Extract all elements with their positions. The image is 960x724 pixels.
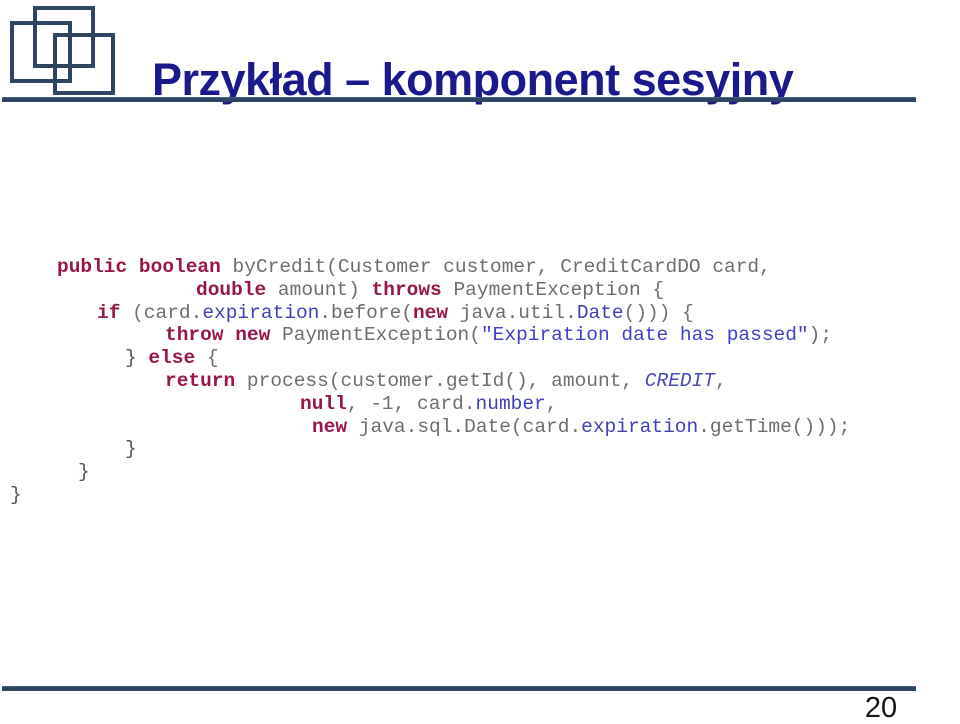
code-token-kw: new xyxy=(312,415,348,438)
code-token-plain: PaymentException { xyxy=(441,278,665,301)
code-token-brace: } xyxy=(125,438,137,461)
slide: Przykład – komponent sesyjny public bool… xyxy=(0,0,960,724)
page-title: Przykład – komponent sesyjny xyxy=(152,53,794,105)
code-line: } xyxy=(0,438,960,461)
code-token-kw: null xyxy=(300,392,347,415)
code-token-plain: java.sql.Date(card. xyxy=(347,415,582,438)
code-line: public boolean byCredit(Customer custome… xyxy=(0,256,960,279)
code-token-brace: } xyxy=(125,347,149,370)
code-token-plain: ())) { xyxy=(623,301,694,324)
code-token-plain: , -1, card. xyxy=(346,392,476,415)
code-line: } else { xyxy=(0,347,960,370)
code-token-plain: { xyxy=(195,347,219,370)
code-token-kw: new xyxy=(235,324,271,347)
code-token-plain: .getTime())); xyxy=(698,415,851,438)
code-line: new java.sql.Date(card.expiration.getTim… xyxy=(0,416,960,439)
code-token-fld: expiration xyxy=(202,301,320,324)
code-line: return process(customer.getId(), amount,… xyxy=(0,370,960,393)
code-line: } xyxy=(0,484,960,507)
code-token-str: "Expiration date has passed" xyxy=(480,324,809,347)
footer-divider xyxy=(2,686,916,691)
code-line: if (card.expiration.before(new java.util… xyxy=(0,302,960,325)
code-token-kw: if xyxy=(97,301,121,324)
code-token-brace: } xyxy=(78,461,90,484)
code-token-plain: , xyxy=(545,392,558,415)
code-token-cnst: CREDIT xyxy=(644,369,716,392)
code-token-kw: throws xyxy=(371,278,442,301)
code-token-kw: public xyxy=(57,256,128,278)
code-token-fld: number xyxy=(475,392,546,415)
code-token-plain: , xyxy=(715,369,727,392)
slide-header: Przykład – komponent sesyjny xyxy=(0,0,960,104)
code-line: } xyxy=(0,461,960,484)
code-token-plain: process(customer.getId(), amount, xyxy=(235,369,645,392)
code-token-kw: else xyxy=(148,347,196,370)
code-token-kw: return xyxy=(165,369,236,392)
code-token-fld: Date xyxy=(576,301,624,324)
code-token-kw: throw xyxy=(165,324,224,347)
code-token-kw: boolean xyxy=(138,256,221,278)
code-token-plain: amount) xyxy=(266,278,372,301)
code-token-kw: new xyxy=(412,301,449,324)
code-token-plain: java.util. xyxy=(448,301,577,324)
code-line: double amount) throws PaymentException { xyxy=(0,279,960,302)
code-token-plain: .before( xyxy=(319,301,413,324)
code-token-plain: ); xyxy=(808,324,833,347)
code-token-kw: double xyxy=(196,278,267,301)
code-token-fld: expiration xyxy=(581,415,699,438)
page-number: 20 xyxy=(864,692,898,724)
code-line: null, -1, card.number, xyxy=(0,393,960,416)
three-overlapping-squares-logo-icon xyxy=(8,4,126,98)
code-token-plain: byCredit(Customer customer, CreditCardDO… xyxy=(220,256,771,278)
code-listing: public boolean byCredit(Customer custome… xyxy=(0,256,960,507)
code-token-brace: } xyxy=(10,483,22,506)
header-divider xyxy=(2,97,916,102)
code-token-plain: (card. xyxy=(120,301,203,324)
code-token-plain: PaymentException( xyxy=(270,324,481,347)
code-line: throw new PaymentException("Expiration d… xyxy=(0,324,960,347)
